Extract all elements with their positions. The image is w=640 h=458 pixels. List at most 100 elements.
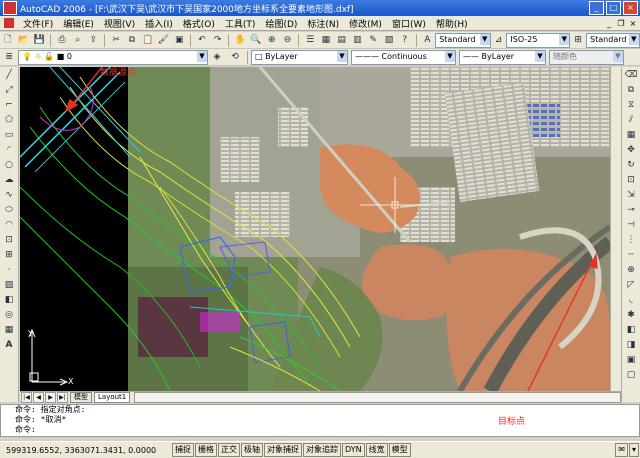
redo-icon[interactable]: ↷ — [211, 32, 225, 48]
table-style-combo[interactable]: Standard ▼ — [586, 32, 640, 48]
spline-icon[interactable]: ∿ — [2, 188, 16, 202]
menu-edit[interactable]: 编辑(E) — [58, 17, 99, 30]
last-tab-icon[interactable]: ▶| — [57, 391, 68, 403]
layer-manager-icon[interactable]: ≣ — [1, 49, 17, 65]
command-window[interactable]: 命令: 指定对角点: 命令: *取消* 命令: — [0, 404, 640, 437]
draworder-front-icon[interactable]: ◧ — [624, 323, 638, 337]
open-folder-icon[interactable]: 📂 — [17, 32, 31, 48]
fillet-icon[interactable]: ◟ — [624, 293, 638, 307]
menu-modify[interactable]: 修改(M) — [344, 17, 387, 30]
close-button[interactable]: × — [623, 1, 638, 15]
circle-icon[interactable]: ○ — [2, 158, 16, 172]
point-icon[interactable]: · — [2, 263, 16, 277]
menu-view[interactable]: 视图(V) — [99, 17, 140, 30]
calculator-icon[interactable]: ▧ — [382, 32, 396, 48]
polyline-icon[interactable]: ⌐ — [2, 98, 16, 112]
construction-line-icon[interactable]: ⤢ — [2, 83, 16, 97]
rotate-icon[interactable]: ↻ — [624, 158, 638, 172]
mirror-icon[interactable]: ⧖ — [624, 98, 638, 112]
tab-model[interactable]: 模型 — [70, 391, 92, 403]
design-center-icon[interactable]: ▦ — [319, 32, 333, 48]
plotstyle-combo[interactable]: 随颜色 ▼ — [549, 49, 624, 65]
lock-icon[interactable]: 🔓 — [44, 52, 54, 61]
help-icon[interactable]: ? — [398, 32, 412, 48]
menu-tools[interactable]: 工具(T) — [220, 17, 261, 30]
tray-settings-icon[interactable]: ▾ — [628, 443, 639, 457]
osnap-toggle[interactable]: 对象捕捉 — [264, 443, 302, 457]
minimize-button[interactable]: _ — [589, 1, 604, 15]
lineweight-combo[interactable]: —— ByLayer ▼ — [459, 49, 546, 65]
cut-icon[interactable]: ✂ — [109, 32, 123, 48]
print-preview-icon[interactable]: ⌕ — [71, 32, 85, 48]
array-icon[interactable]: ▦ — [624, 128, 638, 142]
linetype-combo[interactable]: ——— Continuous ▼ — [351, 49, 456, 65]
ellipse-arc-icon[interactable]: ◠ — [2, 218, 16, 232]
trim-icon[interactable]: ⊸ — [624, 203, 638, 217]
chevron-down-icon[interactable]: ▼ — [197, 50, 207, 62]
make-block-icon[interactable]: ⊞ — [2, 248, 16, 262]
draworder-above-icon[interactable]: ▣ — [624, 353, 638, 367]
maximize-button[interactable]: □ — [606, 1, 621, 15]
copy-icon[interactable]: ⧉ — [125, 32, 139, 48]
otrack-toggle[interactable]: 对象追踪 — [303, 443, 341, 457]
zoom-window-icon[interactable]: ⊕ — [265, 32, 279, 48]
tool-palettes-icon[interactable]: ▤ — [335, 32, 349, 48]
menu-help[interactable]: 帮助(H) — [431, 17, 473, 30]
text-style-icon[interactable]: A — [420, 32, 434, 48]
chevron-down-icon[interactable]: ▼ — [337, 50, 347, 62]
model-toggle[interactable]: 模型 — [388, 443, 411, 457]
table-style-icon[interactable]: ⊞ — [571, 32, 585, 48]
doc-close-icon[interactable]: × — [628, 19, 638, 28]
new-file-icon[interactable]: 🗋 — [1, 32, 15, 48]
undo-icon[interactable]: ↶ — [195, 32, 209, 48]
mtext-icon[interactable]: A — [2, 338, 16, 352]
polygon-icon[interactable]: ⬠ — [2, 113, 16, 127]
draworder-back-icon[interactable]: ◨ — [624, 338, 638, 352]
match-properties-icon[interactable]: 🖌 — [157, 32, 171, 48]
make-object-layer-current-icon[interactable]: ◈ — [209, 49, 225, 65]
save-icon[interactable]: 💾 — [33, 32, 47, 48]
menu-format[interactable]: 格式(O) — [178, 17, 220, 30]
color-combo[interactable]: □ ByLayer ▼ — [251, 49, 348, 65]
lineweight-toggle[interactable]: 线宽 — [365, 443, 388, 457]
arc-icon[interactable]: ◜ — [2, 143, 16, 157]
chamfer-icon[interactable]: ◸ — [624, 278, 638, 292]
snap-toggle[interactable]: 捕捉 — [172, 443, 194, 457]
chevron-down-icon[interactable]: ▼ — [535, 50, 545, 62]
drawing-area[interactable]: 数据源点 Y X — [20, 67, 610, 391]
break-icon[interactable]: ╌ — [624, 248, 638, 262]
chevron-down-icon[interactable]: ▼ — [479, 33, 490, 45]
chevron-down-icon[interactable]: ▼ — [559, 33, 570, 45]
publish-icon[interactable]: ⇪ — [87, 32, 101, 48]
chevron-down-icon[interactable]: ▼ — [613, 50, 623, 62]
dim-style-combo[interactable]: ISO-25 ▼ — [506, 32, 571, 48]
layer-previous-icon[interactable]: ⟲ — [227, 49, 243, 65]
menu-dimension[interactable]: 标注(N) — [302, 17, 344, 30]
gradient-icon[interactable]: ◧ — [2, 293, 16, 307]
tab-layout1[interactable]: Layout1 — [94, 391, 131, 403]
ellipse-icon[interactable]: ⬭ — [2, 203, 16, 217]
communication-center-icon[interactable]: ✉ — [615, 443, 628, 457]
grid-toggle[interactable]: 栅格 — [195, 443, 217, 457]
stretch-icon[interactable]: ⇲ — [624, 188, 638, 202]
rectangle-icon[interactable]: ▭ — [2, 128, 16, 142]
region-icon[interactable]: ◎ — [2, 308, 16, 322]
command-prompt[interactable]: 命令: — [1, 425, 639, 435]
sheet-set-icon[interactable]: ▥ — [351, 32, 365, 48]
markup-icon[interactable]: ✎ — [366, 32, 380, 48]
table-icon[interactable]: ▦ — [2, 323, 16, 337]
copy-object-icon[interactable]: ⧉ — [624, 83, 638, 97]
next-tab-icon[interactable]: ▶ — [45, 391, 56, 403]
break-at-point-icon[interactable]: ⋮ — [624, 233, 638, 247]
properties-icon[interactable]: ☰ — [303, 32, 317, 48]
erase-icon[interactable]: ⌫ — [624, 68, 638, 82]
join-icon[interactable]: ⊕ — [624, 263, 638, 277]
drawing-canvas[interactable] — [20, 67, 610, 391]
draworder-under-icon[interactable]: ▢ — [624, 368, 638, 382]
ortho-toggle[interactable]: 正交 — [218, 443, 240, 457]
move-icon[interactable]: ✥ — [624, 143, 638, 157]
sun-icon[interactable]: ☼ — [35, 52, 42, 61]
chevron-down-icon[interactable]: ▼ — [628, 33, 639, 45]
offset-icon[interactable]: ⫽ — [624, 113, 638, 127]
zoom-realtime-icon[interactable]: 🔍 — [249, 32, 263, 48]
